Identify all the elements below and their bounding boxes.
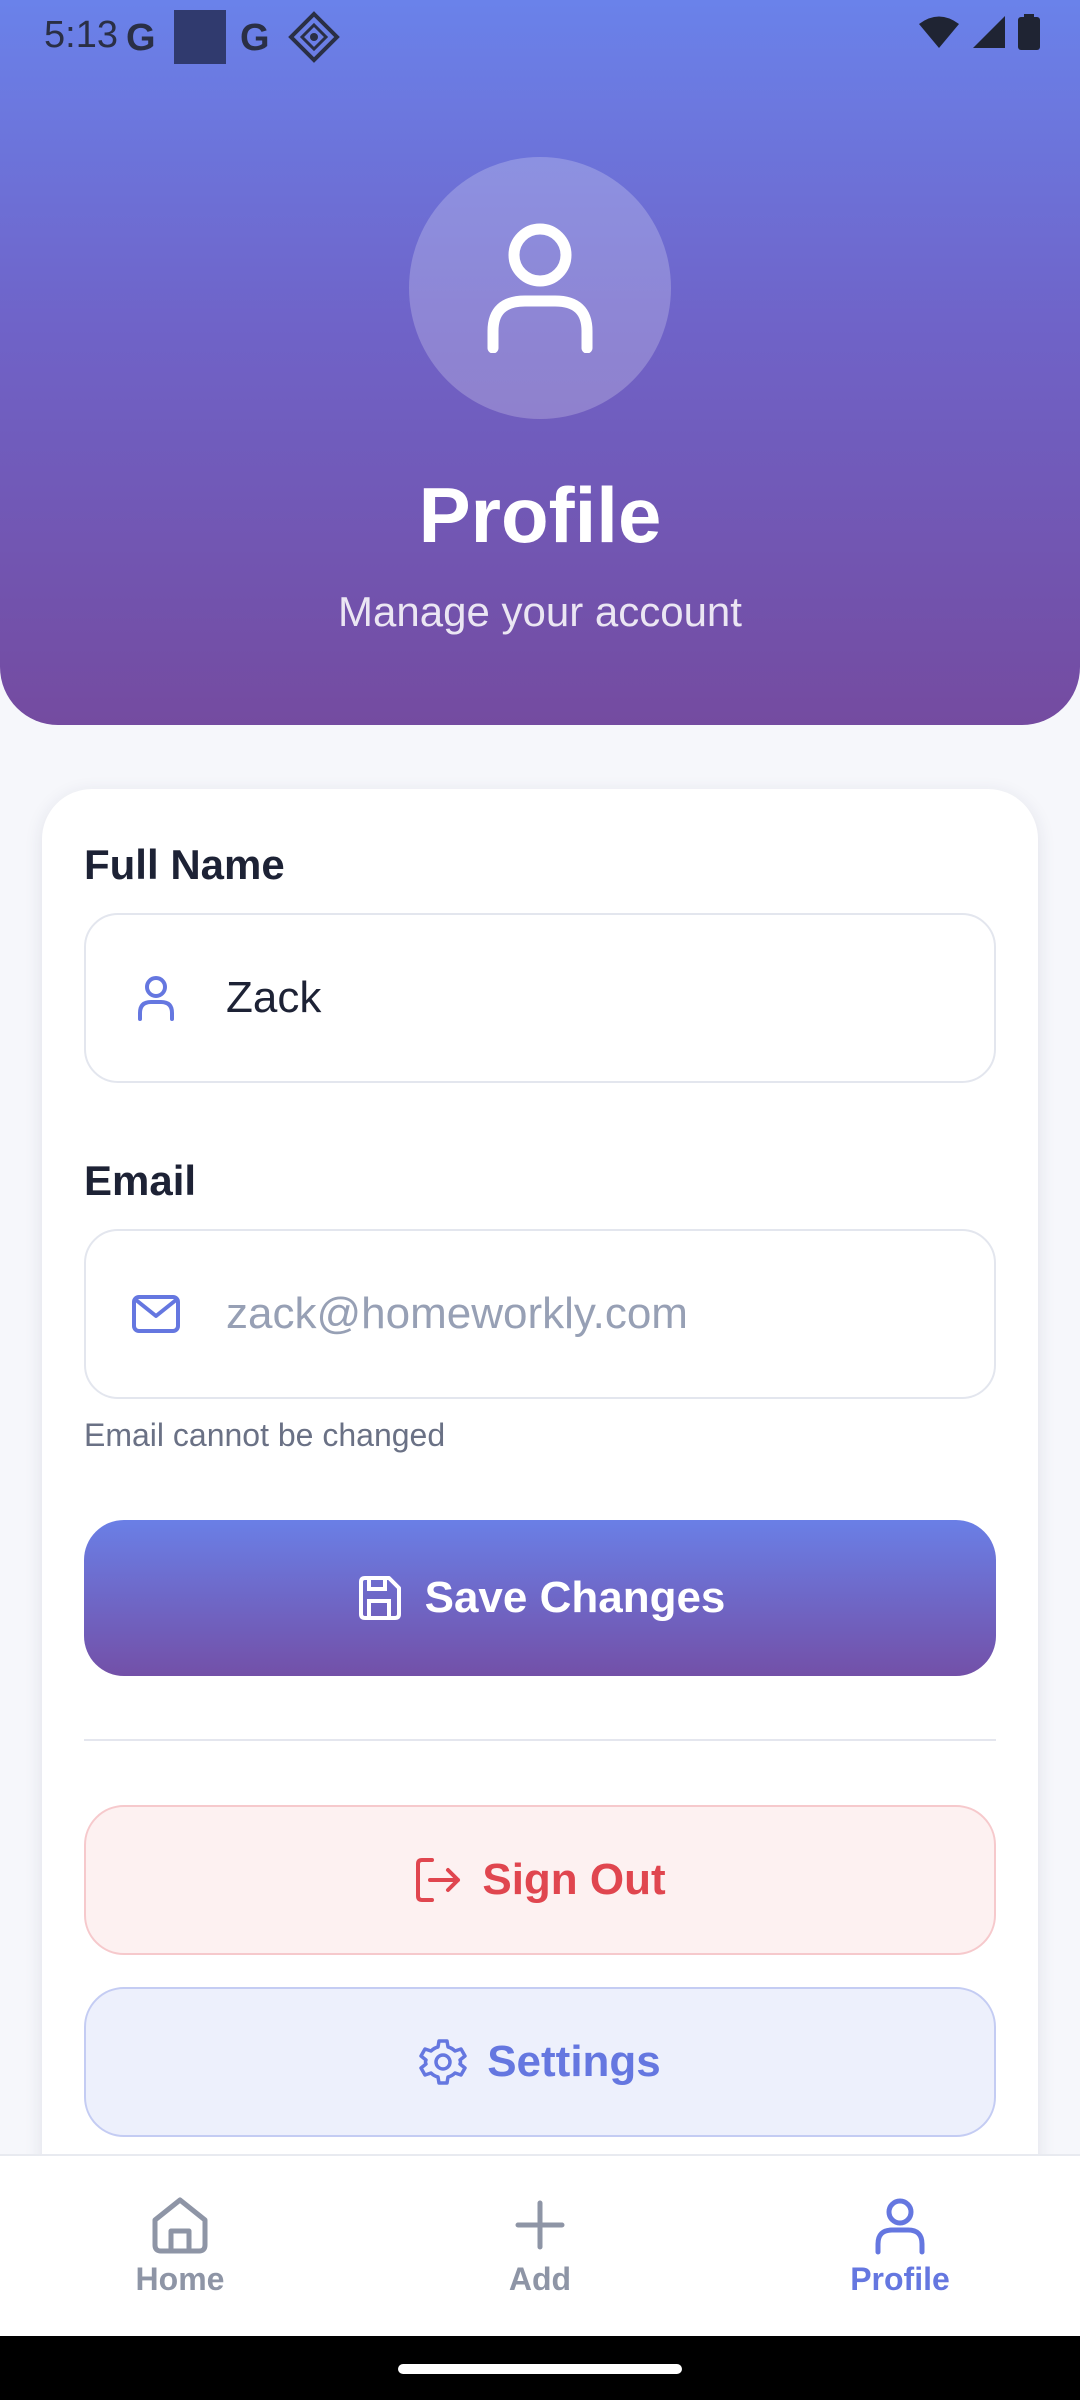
page-subtitle: Manage your account bbox=[338, 588, 742, 635]
status-system-icons bbox=[918, 14, 1040, 50]
nav-item-home[interactable]: Home bbox=[0, 2156, 360, 2336]
user-icon bbox=[487, 223, 593, 353]
email-field bbox=[84, 1229, 996, 1399]
nav-label-home: Home bbox=[135, 2260, 225, 2297]
settings-label: Settings bbox=[487, 2037, 661, 2086]
battery-icon bbox=[1018, 14, 1040, 50]
profile-screen: 5:13 G G Profile Manage your account Ful… bbox=[0, 0, 1080, 2400]
settings-button[interactable]: Settings bbox=[84, 1987, 996, 2137]
wifi-icon bbox=[919, 16, 959, 48]
full-name-field[interactable] bbox=[84, 913, 996, 1083]
save-changes-button[interactable]: Save Changes bbox=[84, 1520, 996, 1676]
user-icon bbox=[138, 976, 174, 1021]
mail-icon bbox=[132, 1295, 180, 1333]
full-name-input[interactable] bbox=[226, 973, 966, 1023]
nav-item-profile[interactable]: Profile bbox=[720, 2156, 1080, 2336]
google-g-icon: G bbox=[240, 17, 270, 57]
home-icon bbox=[152, 2197, 208, 2253]
google-g-icon: G bbox=[126, 17, 156, 57]
status-bar: 5:13 G G bbox=[0, 0, 1080, 74]
sign-out-label: Sign Out bbox=[482, 1855, 666, 1904]
gesture-handle[interactable] bbox=[398, 2364, 682, 2374]
sign-out-button[interactable]: Sign Out bbox=[84, 1805, 996, 1955]
profile-form-card: Full Name Email Email cannot be changed bbox=[42, 789, 1038, 2209]
email-input bbox=[226, 1289, 966, 1339]
logout-icon bbox=[416, 1858, 461, 1902]
divider bbox=[84, 1739, 996, 1741]
app-square-icon bbox=[174, 10, 226, 64]
diamond-app-icon bbox=[288, 11, 340, 63]
avatar[interactable] bbox=[409, 157, 671, 419]
nav-label-profile: Profile bbox=[850, 2260, 950, 2297]
status-notification-icons: G G bbox=[126, 10, 340, 64]
svg-text:G: G bbox=[240, 17, 270, 57]
bottom-navigation: Home Add Profile bbox=[0, 2154, 1080, 2336]
profile-header: 5:13 G G Profile Manage your account bbox=[0, 0, 1080, 725]
save-changes-label: Save Changes bbox=[424, 1573, 726, 1622]
full-name-label: Full Name bbox=[84, 841, 285, 888]
email-label: Email bbox=[84, 1157, 197, 1204]
nav-label-add: Add bbox=[508, 2260, 572, 2297]
system-gesture-bar bbox=[0, 2336, 1080, 2400]
save-icon bbox=[358, 1576, 401, 1620]
status-time: 5:13 bbox=[44, 14, 118, 56]
page-title: Profile bbox=[418, 471, 662, 559]
nav-item-add[interactable]: Add bbox=[360, 2156, 720, 2336]
gear-icon bbox=[419, 2039, 467, 2085]
email-hint: Email cannot be changed bbox=[84, 1417, 446, 1453]
svg-text:G: G bbox=[126, 17, 156, 57]
plus-icon bbox=[515, 2200, 565, 2249]
cell-signal-icon bbox=[973, 16, 1005, 48]
user-icon bbox=[875, 2198, 925, 2254]
